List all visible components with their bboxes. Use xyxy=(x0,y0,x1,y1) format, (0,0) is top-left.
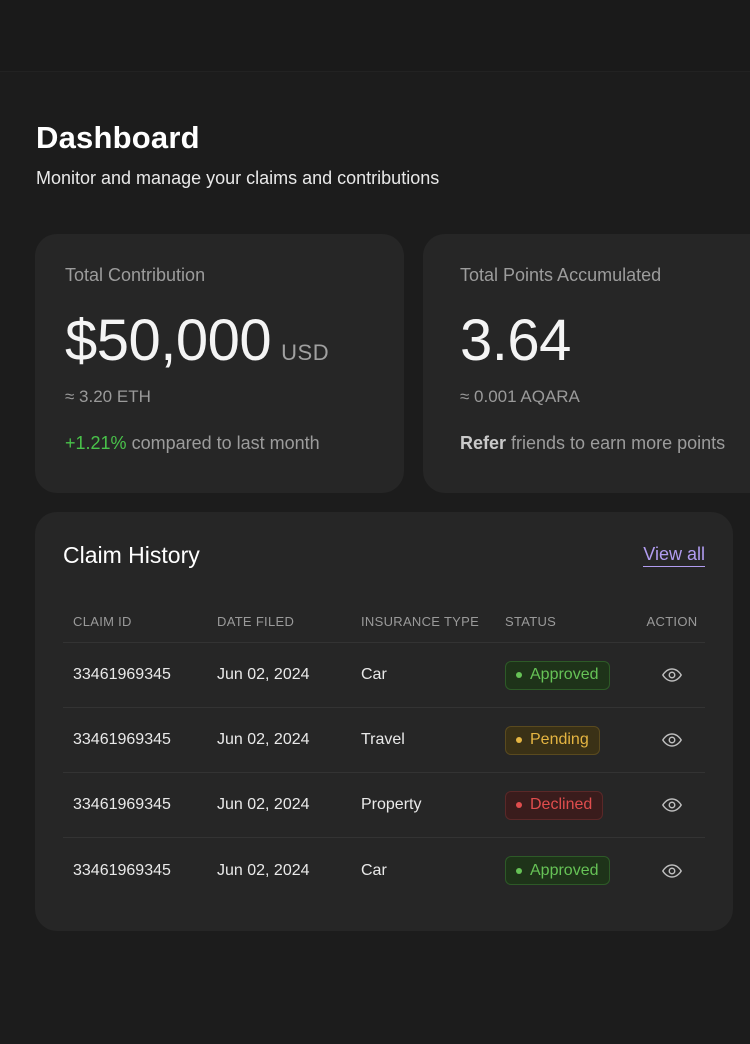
contribution-conversion: ≈ 3.20 ETH xyxy=(65,387,151,406)
col-claim-id: CLAIM ID xyxy=(73,613,132,629)
claim-history-panel: Claim History View all CLAIM ID DATE FIL… xyxy=(35,512,733,931)
total-points-card: Total Points Accumulated 3.64 ≈ 0.001 AQ… xyxy=(423,234,750,493)
insurance-type: Car xyxy=(361,666,387,683)
status-cell: Declined xyxy=(495,790,639,820)
status-cell: Approved xyxy=(495,660,639,690)
status-dot xyxy=(516,867,522,874)
total-contribution-value: $50,000 USD xyxy=(65,308,329,386)
action-cell xyxy=(639,728,705,752)
total-points-label: Total Points Accumulated xyxy=(460,265,662,285)
table-row: 33461969345 Jun 02, 2024 Property Declin… xyxy=(63,773,705,838)
eye-icon[interactable] xyxy=(660,728,684,752)
status-cell: Pending xyxy=(495,725,639,755)
total-contribution-card: Total Contribution $50,000 USD ≈ 3.20 ETH… xyxy=(35,234,404,493)
status-dot xyxy=(516,802,522,808)
status-text: Approved xyxy=(530,861,599,879)
status-text: Declined xyxy=(530,796,593,813)
col-date-filed: DATE FILED xyxy=(217,613,295,629)
page-header: Dashboard Monitor and manage your claims… xyxy=(36,120,439,189)
date-filed: Jun 02, 2024 xyxy=(217,731,310,748)
page-title: Dashboard xyxy=(36,120,200,155)
contribution-trend: +1.21% compared to last month xyxy=(65,433,320,454)
date-filed: Jun 02, 2024 xyxy=(217,861,310,879)
action-cell xyxy=(639,793,705,817)
page-subtitle: Monitor and manage your claims and contr… xyxy=(36,168,440,188)
contribution-amount: $50,000 xyxy=(65,308,272,373)
status-cell: Approved xyxy=(495,856,639,885)
trend-percent: +1.21% xyxy=(65,433,127,453)
total-points-value: 3.64 xyxy=(460,308,571,373)
action-cell xyxy=(639,663,705,687)
contribution-unit: USD xyxy=(281,340,330,365)
col-insurance-type: INSURANCE TYPE xyxy=(361,613,480,629)
table-row: 33461969345 Jun 02, 2024 Car Approved xyxy=(63,643,705,708)
status-badge: Pending xyxy=(505,725,600,755)
table-row: 33461969345 Jun 02, 2024 Car Approved xyxy=(63,838,705,903)
claim-id: 33461969345 xyxy=(73,861,171,879)
insurance-type: Travel xyxy=(361,731,405,748)
status-badge: Declined xyxy=(505,790,604,820)
top-bar xyxy=(0,0,750,72)
points-conversion: ≈ 0.001 AQARA xyxy=(460,387,580,406)
claim-history-title: Claim History xyxy=(63,542,200,568)
claims-table: CLAIM ID DATE FILED INSURANCE TYPE STATU… xyxy=(63,600,705,903)
status-text: Approved xyxy=(530,666,599,683)
trend-text: compared to last month xyxy=(126,433,320,453)
claim-id: 33461969345 xyxy=(73,666,171,683)
refer-link[interactable]: Refer xyxy=(460,433,506,453)
status-badge: Approved xyxy=(505,856,610,885)
insurance-type: Property xyxy=(361,796,422,813)
status-badge: Approved xyxy=(505,660,610,690)
status-dot xyxy=(516,737,522,743)
eye-icon[interactable] xyxy=(660,859,684,883)
col-status: STATUS xyxy=(505,613,557,629)
date-filed: Jun 02, 2024 xyxy=(217,796,310,813)
eye-icon[interactable] xyxy=(660,793,684,817)
status-text: Pending xyxy=(530,731,589,748)
status-dot xyxy=(516,672,522,678)
insurance-type: Car xyxy=(361,861,387,879)
total-contribution-label: Total Contribution xyxy=(65,265,206,285)
action-cell xyxy=(639,859,705,883)
claim-id: 33461969345 xyxy=(73,731,171,748)
date-filed: Jun 02, 2024 xyxy=(217,666,310,683)
col-action: ACTION xyxy=(646,613,698,629)
table-row: 33461969345 Jun 02, 2024 Travel Pending xyxy=(63,708,705,773)
eye-icon[interactable] xyxy=(660,663,684,687)
claim-id: 33461969345 xyxy=(73,796,171,813)
view-all-link[interactable]: View all xyxy=(643,544,705,567)
refer-text: friends to earn more points xyxy=(506,433,726,453)
refer-prompt: Refer friends to earn more points xyxy=(460,433,725,454)
table-header: CLAIM ID DATE FILED INSURANCE TYPE STATU… xyxy=(63,600,705,643)
